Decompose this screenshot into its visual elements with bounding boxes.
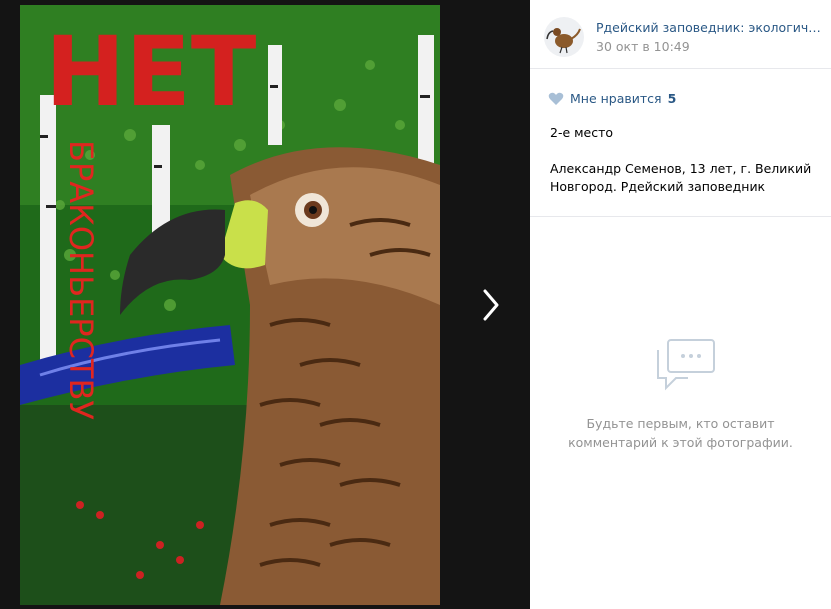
svg-text:НЕТ: НЕТ — [45, 16, 256, 128]
author-name-link[interactable]: Рдейский заповедник: экологическ… — [596, 20, 824, 35]
post-date[interactable]: 30 окт в 10:49 — [596, 39, 690, 54]
like-count: 5 — [667, 91, 677, 106]
photo[interactable]: НЕТ БРАКОНЬЕРСТВУ — [20, 5, 440, 605]
heart-icon — [548, 92, 564, 105]
avatar[interactable] — [544, 17, 584, 57]
svg-text:БРАКОНЬЕРСТВУ: БРАКОНЬЕРСТВУ — [62, 140, 100, 420]
like-label: Мне нравится — [570, 91, 662, 106]
description-line-2: Александр Семенов, 13 лет, г. Великий — [550, 161, 812, 176]
side-panel: Рдейский заповедник: экологическ… 30 окт… — [530, 0, 831, 609]
like-button[interactable]: Мне нравится 5 — [548, 91, 676, 106]
poster-painting: НЕТ БРАКОНЬЕРСТВУ — [20, 5, 440, 605]
photo-info: Мне нравится 5 2-е место Александр Семен… — [530, 69, 831, 217]
author-block: Рдейский заповедник: экологическ… 30 окт… — [530, 0, 831, 69]
comments-empty-state: Будьте первым, кто оставит комментарий к… — [530, 216, 831, 609]
description-place: 2-е место — [550, 125, 614, 140]
comment-bubble-icon — [654, 338, 718, 402]
description-line-3: Новгород. Рдейский заповедник — [550, 179, 766, 194]
comments-empty-text: Будьте первым, кто оставит комментарий к… — [568, 416, 793, 450]
chevron-right-icon — [483, 289, 499, 321]
next-photo-button[interactable] — [474, 280, 508, 330]
bird-logo-icon — [546, 28, 581, 54]
photo-viewer: НЕТ БРАКОНЬЕРСТВУ — [0, 0, 530, 609]
